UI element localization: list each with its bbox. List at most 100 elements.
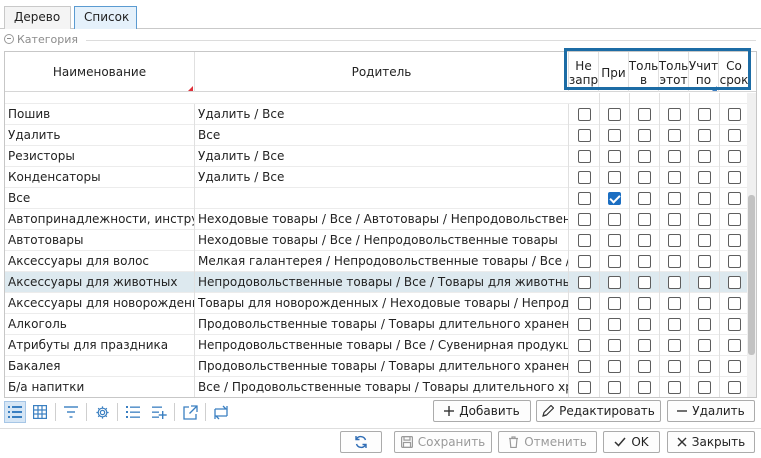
flag-checkbox[interactable] (728, 129, 741, 142)
flag-checkbox[interactable] (578, 381, 591, 394)
flag-checkbox[interactable] (608, 192, 621, 205)
category-group[interactable]: Категория (4, 33, 78, 47)
cell-parent[interactable]: Удалить / Все (195, 146, 569, 167)
flag-checkbox[interactable] (698, 297, 711, 310)
flag-checkbox[interactable] (698, 255, 711, 268)
export-icon[interactable] (179, 401, 201, 423)
flag-checkbox[interactable] (578, 108, 591, 121)
flag-checkbox[interactable] (578, 234, 591, 247)
cell-name[interactable]: Автопринадлежности, инструмент (5, 209, 195, 230)
flag-checkbox[interactable] (668, 381, 681, 394)
flag-checkbox[interactable] (578, 171, 591, 184)
filter-icon[interactable] (60, 401, 82, 423)
table-row[interactable]: Алкоголь Продовольственные товары / Товар… (5, 314, 747, 335)
table-row[interactable]: Бакалея Продовольственные товары / Товары… (5, 356, 747, 377)
table-row[interactable]: Аксессуары для животных Непродовольственн… (5, 272, 747, 293)
table-row[interactable]: Аксессуары для новорожденныхТовары для н… (5, 293, 747, 314)
cell-name[interactable]: Конденсаторы (5, 167, 195, 188)
table-row[interactable]: Резисторы Удалить / Все (5, 146, 747, 167)
flag-checkbox[interactable] (608, 276, 621, 289)
flag-checkbox[interactable] (608, 381, 621, 394)
column-header-not-forbidden[interactable]: Не запр (569, 52, 599, 92)
cell-parent[interactable]: Удалить / Все (195, 104, 569, 125)
flag-checkbox[interactable] (608, 318, 621, 331)
flag-checkbox[interactable] (668, 213, 681, 226)
cell-name[interactable]: Б/а напитки (5, 377, 195, 397)
flag-checkbox[interactable] (668, 297, 681, 310)
flag-checkbox[interactable] (578, 213, 591, 226)
flag-checkbox[interactable] (638, 108, 651, 121)
cell-name[interactable]: Удалить (5, 125, 195, 146)
flag-checkbox[interactable] (638, 381, 651, 394)
cell-name[interactable]: Резисторы (5, 146, 195, 167)
transfer-icon[interactable] (210, 401, 232, 423)
flag-checkbox[interactable] (698, 213, 711, 226)
flag-checkbox[interactable] (638, 276, 651, 289)
cell-parent[interactable]: Удалить / Все (195, 167, 569, 188)
flag-checkbox[interactable] (668, 234, 681, 247)
flag-checkbox[interactable] (578, 339, 591, 352)
cell-parent[interactable] (195, 188, 569, 209)
scrollbar-thumb[interactable] (748, 195, 755, 355)
flag-checkbox[interactable] (668, 318, 681, 331)
cell-parent[interactable]: Неходовые товары / Все / Автотовары / Не… (195, 209, 569, 230)
flag-checkbox[interactable] (578, 318, 591, 331)
flag-checkbox[interactable] (728, 150, 741, 163)
flag-checkbox[interactable] (638, 150, 651, 163)
flag-checkbox[interactable] (608, 339, 621, 352)
delete-button[interactable]: Удалить (667, 400, 755, 422)
flag-checkbox[interactable] (728, 192, 741, 205)
flag-checkbox[interactable] (728, 255, 741, 268)
flag-checkbox[interactable] (668, 360, 681, 373)
flag-checkbox[interactable] (698, 276, 711, 289)
flag-checkbox[interactable] (698, 150, 711, 163)
flag-checkbox[interactable] (698, 129, 711, 142)
flag-checkbox[interactable] (578, 360, 591, 373)
refresh-button[interactable] (340, 431, 382, 453)
column-header-name[interactable]: Наименование (5, 52, 195, 92)
table-row[interactable]: Удалить Все (5, 125, 747, 146)
flag-checkbox[interactable] (698, 360, 711, 373)
column-header-only-this[interactable]: Толь этот (659, 52, 689, 92)
tab-tree[interactable]: Дерево (4, 6, 71, 29)
flag-checkbox[interactable] (698, 192, 711, 205)
table-view-icon[interactable] (29, 401, 51, 423)
table-row[interactable]: Автотовары Неходовые товары / Все / Непро… (5, 230, 747, 251)
close-button[interactable]: Закрыть (667, 431, 755, 453)
flag-checkbox[interactable] (578, 255, 591, 268)
flag-checkbox[interactable] (668, 171, 681, 184)
cell-name[interactable]: Пошив (5, 104, 195, 125)
flag-checkbox[interactable] (668, 276, 681, 289)
cell-parent[interactable]: Неходовые товары / Все / Непродовольстве… (195, 230, 569, 251)
numbered-list-icon[interactable] (122, 401, 144, 423)
flag-checkbox[interactable] (608, 129, 621, 142)
flag-checkbox[interactable] (638, 213, 651, 226)
column-header-account-by[interactable]: Учит по (689, 52, 719, 92)
flag-checkbox[interactable] (728, 297, 741, 310)
flag-checkbox[interactable] (638, 234, 651, 247)
vertical-scrollbar[interactable] (747, 93, 756, 397)
add-button[interactable]: Добавить (433, 400, 531, 422)
table-row[interactable]: Атрибуты для праздника Непродовольственны… (5, 335, 747, 356)
flag-checkbox[interactable] (698, 108, 711, 121)
flag-checkbox[interactable] (638, 171, 651, 184)
flag-checkbox[interactable] (608, 234, 621, 247)
flag-checkbox[interactable] (638, 129, 651, 142)
tab-list[interactable]: Список (74, 6, 137, 29)
cell-parent[interactable]: Продовольственные товары / Товары длител… (195, 356, 569, 377)
cell-name[interactable]: Атрибуты для праздника (5, 335, 195, 356)
column-header-pri[interactable]: При (599, 52, 629, 92)
flag-checkbox[interactable] (638, 192, 651, 205)
cell-parent[interactable]: Все (195, 125, 569, 146)
table-row[interactable]: Б/а напитки Все / Продовольственные товар… (5, 377, 747, 397)
flag-checkbox[interactable] (728, 381, 741, 394)
save-button[interactable]: Сохранить (394, 431, 492, 453)
flag-checkbox[interactable] (668, 108, 681, 121)
flag-checkbox[interactable] (638, 339, 651, 352)
cell-parent[interactable]: Непродовольственные товары / Все / Товар… (195, 272, 569, 293)
column-header-parent[interactable]: Родитель (195, 52, 569, 92)
settings-icon[interactable] (91, 401, 113, 423)
flag-checkbox[interactable] (608, 297, 621, 310)
flag-checkbox[interactable] (668, 150, 681, 163)
flag-checkbox[interactable] (668, 129, 681, 142)
